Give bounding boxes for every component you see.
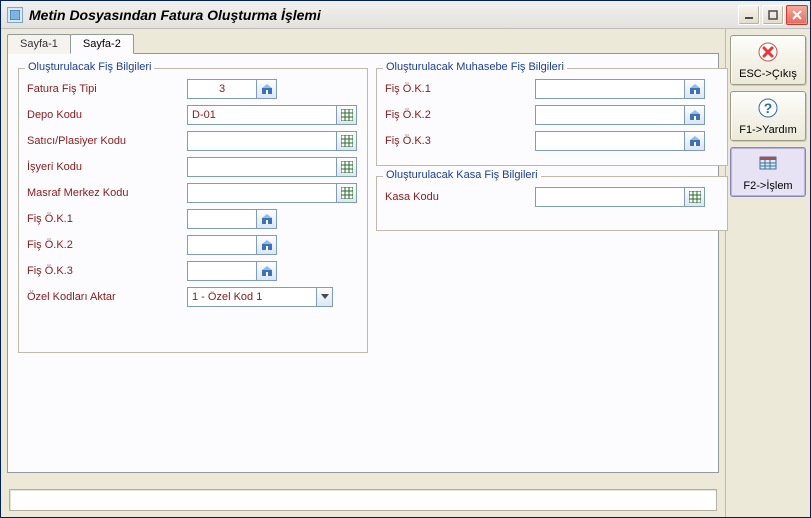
- input-kasa-kodu[interactable]: [535, 187, 685, 207]
- label-fis-ok1: Fiş Ö.K.1: [27, 213, 187, 225]
- status-bar: [9, 489, 717, 511]
- input-fis-ok2[interactable]: [187, 235, 257, 255]
- group-kasa-fis: Oluşturulacak Kasa Fiş Bilgileri Kasa Ko…: [376, 176, 728, 231]
- tabstrip: Sayfa-1 Sayfa-2: [7, 33, 719, 53]
- label-isyeri-kodu: İşyeri Kodu: [27, 161, 187, 173]
- tab-body: Oluşturulacak Fiş Bilgileri Fatura Fiş T…: [7, 53, 719, 473]
- f1-yardim-button[interactable]: ? F1->Yardım: [730, 91, 806, 141]
- window-controls: [738, 5, 808, 25]
- group-kasa-legend: Oluşturulacak Kasa Fiş Bilgileri: [383, 169, 541, 181]
- esc-label: ESC->Çıkış: [739, 68, 797, 80]
- lookup-icon[interactable]: [685, 79, 705, 99]
- group-fis-bilgileri: Oluşturulacak Fiş Bilgileri Fatura Fiş T…: [18, 68, 368, 353]
- lookup-icon[interactable]: [257, 79, 277, 99]
- input-muh-ok2[interactable]: [535, 105, 685, 125]
- chevron-down-icon[interactable]: [317, 287, 333, 307]
- label-ozel-kodlari-aktar: Özel Kodları Aktar: [27, 291, 187, 303]
- lookup-icon[interactable]: [685, 131, 705, 151]
- label-kasa-kodu: Kasa Kodu: [385, 191, 535, 203]
- combo-ozel-kodlari-aktar[interactable]: [187, 287, 317, 307]
- group-fis-legend: Oluşturulacak Fiş Bilgileri: [25, 61, 154, 73]
- tab-sayfa-1[interactable]: Sayfa-1: [7, 34, 71, 54]
- input-isyeri-kodu[interactable]: [187, 157, 337, 177]
- minimize-button[interactable]: [738, 5, 760, 25]
- grid-lookup-icon[interactable]: [337, 157, 357, 177]
- lookup-icon[interactable]: [257, 235, 277, 255]
- f1-label: F1->Yardım: [739, 124, 797, 136]
- input-satici-kodu[interactable]: [187, 131, 337, 151]
- label-satici-kodu: Satıcı/Plasiyer Kodu: [27, 135, 187, 147]
- tab-sayfa-2[interactable]: Sayfa-2: [70, 34, 134, 54]
- lookup-icon[interactable]: [257, 261, 277, 281]
- close-button[interactable]: [786, 5, 808, 25]
- app-icon: [7, 7, 23, 23]
- input-fis-ok1[interactable]: [187, 209, 257, 229]
- label-fis-ok3: Fiş Ö.K.3: [27, 265, 187, 277]
- esc-cikis-button[interactable]: ESC->Çıkış: [730, 35, 806, 85]
- titlebar: Metin Dosyasından Fatura Oluşturma İşlem…: [1, 1, 810, 29]
- lookup-icon[interactable]: [257, 209, 277, 229]
- input-depo-kodu[interactable]: [187, 105, 337, 125]
- input-fatura-fis-tipi[interactable]: [187, 79, 257, 99]
- f2-label: F2->İşlem: [743, 180, 792, 192]
- grid-lookup-icon[interactable]: [685, 187, 705, 207]
- input-fis-ok3[interactable]: [187, 261, 257, 281]
- label-fatura-fis-tipi: Fatura Fiş Tipi: [27, 83, 187, 95]
- sidebar: ESC->Çıkış ? F1->Yardım F2->İşlem: [725, 29, 810, 517]
- input-muh-ok1[interactable]: [535, 79, 685, 99]
- input-masraf-kodu[interactable]: [187, 183, 337, 203]
- label-masraf-kodu: Masraf Merkez Kodu: [27, 187, 187, 199]
- lookup-icon[interactable]: [685, 105, 705, 125]
- label-fis-ok2: Fiş Ö.K.2: [27, 239, 187, 251]
- input-muh-ok3[interactable]: [535, 131, 685, 151]
- svg-text:?: ?: [764, 100, 773, 116]
- grid-lookup-icon[interactable]: [337, 131, 357, 151]
- content: Sayfa-1 Sayfa-2 Oluşturulacak Fiş Bilgil…: [1, 29, 810, 517]
- process-icon: [757, 153, 779, 178]
- grid-lookup-icon[interactable]: [337, 105, 357, 125]
- close-circle-icon: [757, 41, 779, 66]
- group-muhasebe-fis: Oluşturulacak Muhasebe Fiş Bilgileri Fiş…: [376, 68, 728, 166]
- grid-lookup-icon[interactable]: [337, 183, 357, 203]
- main-panel: Sayfa-1 Sayfa-2 Oluşturulacak Fiş Bilgil…: [1, 29, 725, 517]
- group-muh-legend: Oluşturulacak Muhasebe Fiş Bilgileri: [383, 61, 567, 73]
- label-muh-ok1: Fiş Ö.K.1: [385, 83, 535, 95]
- label-muh-ok3: Fiş Ö.K.3: [385, 135, 535, 147]
- f2-islem-button[interactable]: F2->İşlem: [730, 147, 806, 197]
- label-muh-ok2: Fiş Ö.K.2: [385, 109, 535, 121]
- maximize-button[interactable]: [762, 5, 784, 25]
- window-title: Metin Dosyasından Fatura Oluşturma İşlem…: [29, 7, 738, 23]
- help-icon: ?: [757, 97, 779, 122]
- label-depo-kodu: Depo Kodu: [27, 109, 187, 121]
